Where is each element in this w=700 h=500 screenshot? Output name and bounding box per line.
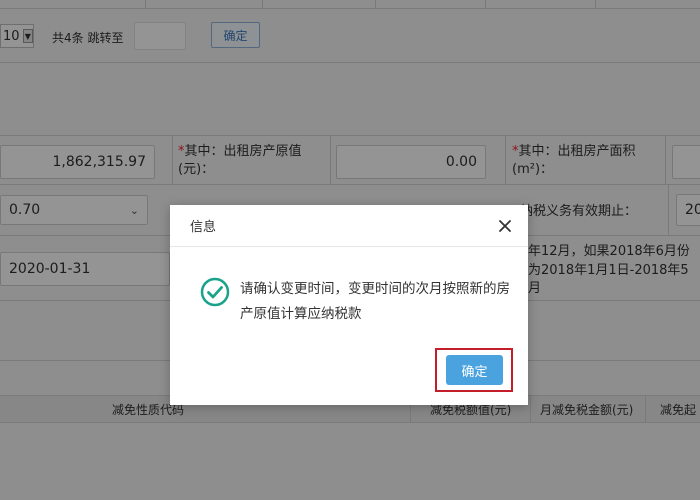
- dialog-header: 信息: [170, 205, 528, 247]
- dialog-message: 请确认变更时间，变更时间的次月按照新的房产原值计算应纳税款: [240, 281, 510, 322]
- dialog-title: 信息: [190, 220, 217, 235]
- close-icon[interactable]: [496, 217, 514, 235]
- dialog-ok-button[interactable]: 确定: [446, 355, 503, 385]
- success-check-icon: [200, 277, 230, 307]
- confirm-dialog: 信息 请确认变更时间，变更时间的次月按照新的房产原值计算应纳税款 确定: [170, 205, 528, 405]
